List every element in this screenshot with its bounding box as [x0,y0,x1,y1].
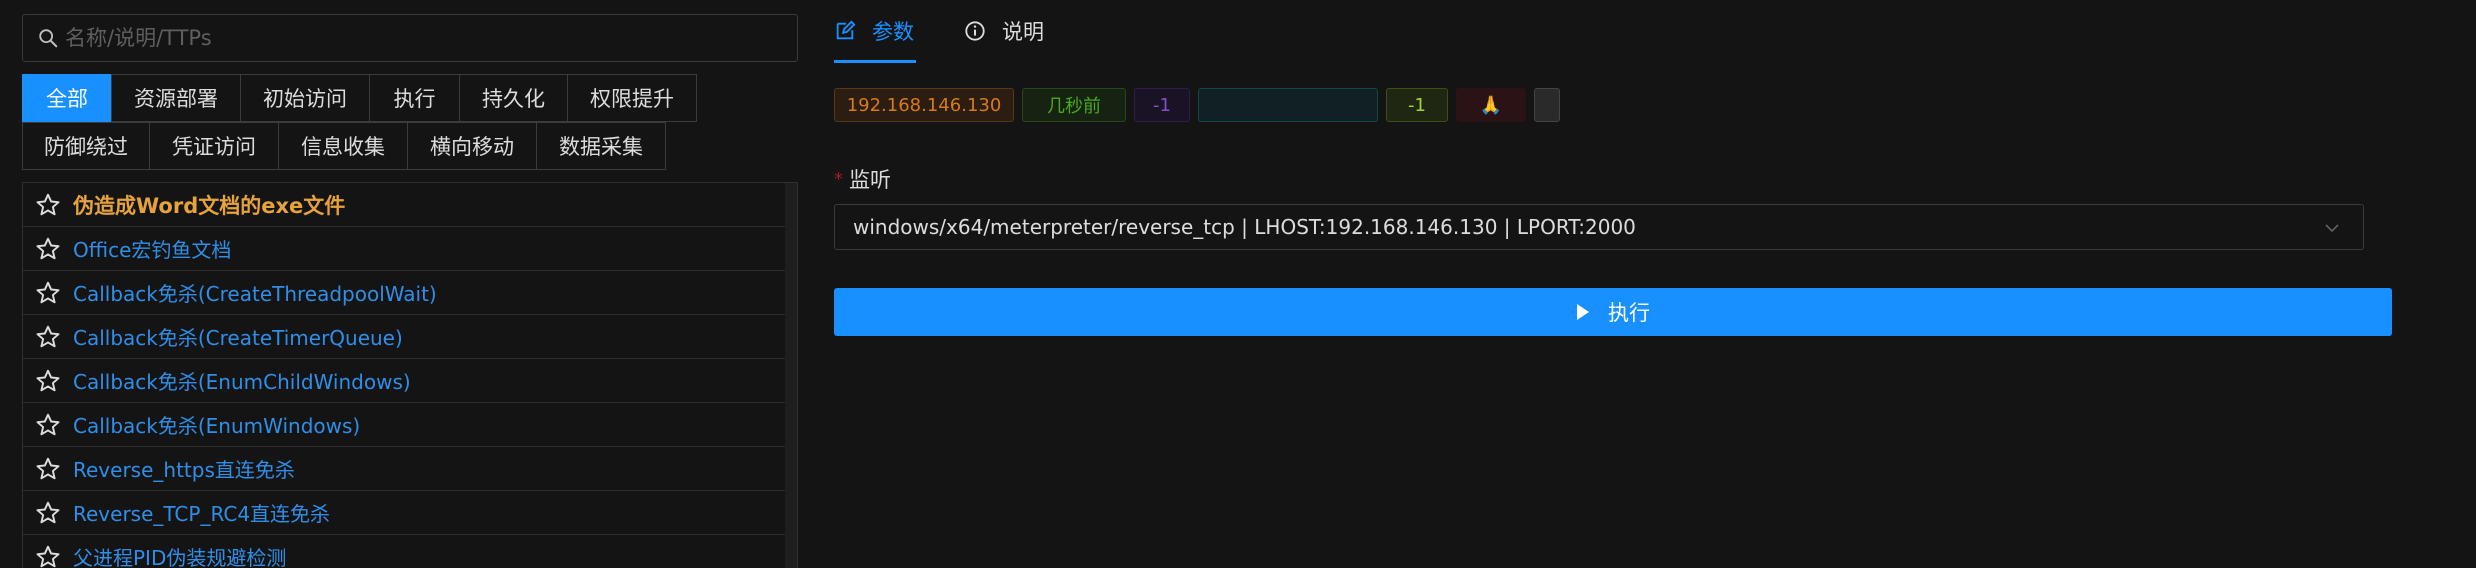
session-tags: 192.168.146.130 几秒前 -1 -1 🙏 [834,88,1568,122]
list-item[interactable]: Callback免杀(CreateThreadpoolWait) [23,271,785,315]
listener-select[interactable]: windows/x64/meterpreter/reverse_tcp | LH… [834,204,2364,250]
tab-params-label: 参数 [872,20,914,44]
list-item-label[interactable]: Office宏钓鱼文档 [73,234,231,263]
caret-right-icon [1577,304,1589,320]
tag-empty [1198,88,1378,122]
tag-last-seen: 几秒前 [1022,88,1126,122]
tab-collection[interactable]: 数据采集 [536,122,666,170]
listen-label: 监听 [849,168,891,192]
search-box[interactable] [22,14,798,62]
edit-icon [836,20,856,40]
tab-privilege-escalation[interactable]: 权限提升 [567,74,697,122]
category-tab-row-1: 全部 资源部署 初始访问 执行 持久化 权限提升 [22,74,798,122]
tab-execution[interactable]: 执行 [369,74,460,122]
active-tab-ink [834,60,916,63]
list-item-label[interactable]: Callback免杀(CreateThreadpoolWait) [73,278,437,307]
module-panel: 全部 资源部署 初始访问 执行 持久化 权限提升 防御绕过 凭证访问 信息收集 … [22,14,798,568]
listener-select-value: windows/x64/meterpreter/reverse_tcp | LH… [853,215,1636,239]
tag-arch: -1 [1386,88,1448,122]
list-item[interactable]: Callback免杀(EnumChildWindows) [23,359,785,403]
chevron-down-icon [2325,224,2339,233]
list-item-label[interactable]: Callback免杀(EnumChildWindows) [73,366,411,395]
listen-field-label: * 监听 [834,164,891,194]
star-icon[interactable] [35,456,61,482]
module-list: 伪造成Word文档的exe文件 Office宏钓鱼文档 Callback免杀(Cre… [22,182,798,568]
detail-panel: 参数 说明 192.168.146.130 几秒前 -1 -1 🙏 * 监听 w… [834,0,2474,568]
star-icon[interactable] [35,544,61,568]
category-tab-row-2: 防御绕过 凭证访问 信息收集 横向移动 数据采集 [22,122,798,170]
list-item[interactable]: Callback免杀(CreateTimerQueue) [23,315,785,359]
execute-button-label: 执行 [1608,301,1650,325]
list-item-label[interactable]: 父进程PID伪装规避检测 [73,542,286,568]
tab-description-label: 说明 [1002,20,1044,44]
search-icon [39,29,58,48]
list-item-label[interactable]: Reverse_https直连免杀 [73,454,295,483]
list-item[interactable]: Reverse_https直连免杀 [23,447,785,491]
tab-initial-access[interactable]: 初始访问 [240,74,370,122]
list-item[interactable]: 伪造成Word文档的exe文件 [23,183,785,227]
list-item[interactable]: 父进程PID伪装规避检测 [23,535,785,568]
tab-discovery[interactable]: 信息收集 [278,122,408,170]
list-item[interactable]: Callback免杀(EnumWindows) [23,403,785,447]
tag-pray-emoji: 🙏 [1456,88,1526,122]
list-item-label[interactable]: Callback免杀(EnumWindows) [73,410,360,439]
detail-tabs: 参数 说明 [834,0,2474,66]
tab-lateral-movement[interactable]: 横向移动 [407,122,537,170]
tab-defense-evasion[interactable]: 防御绕过 [22,122,150,170]
tab-description[interactable]: 说明 [964,16,1044,46]
tab-all[interactable]: 全部 [22,74,112,122]
star-icon[interactable] [35,236,61,262]
tab-resource-deploy[interactable]: 资源部署 [111,74,241,122]
list-item-label[interactable]: 伪造成Word文档的exe文件 [73,190,345,220]
star-icon[interactable] [35,280,61,306]
star-icon[interactable] [35,412,61,438]
tab-credential-access[interactable]: 凭证访问 [149,122,279,170]
app-root: 全部 资源部署 初始访问 执行 持久化 权限提升 防御绕过 凭证访问 信息收集 … [0,0,2476,568]
tab-params[interactable]: 参数 [834,16,914,46]
execute-button[interactable]: 执行 [834,288,2392,336]
tab-persistence[interactable]: 持久化 [459,74,568,122]
tag-pid: -1 [1134,88,1190,122]
star-icon[interactable] [35,500,61,526]
search-input[interactable] [65,26,765,50]
list-item[interactable]: Office宏钓鱼文档 [23,227,785,271]
category-tabs: 全部 资源部署 初始访问 执行 持久化 权限提升 防御绕过 凭证访问 信息收集 … [22,74,798,170]
list-item-label[interactable]: Reverse_TCP_RC4直连免杀 [73,498,330,527]
info-circle-icon [965,21,985,41]
star-icon[interactable] [35,368,61,394]
tag-host-ip: 192.168.146.130 [834,88,1014,122]
list-scrollbar[interactable] [785,183,797,568]
tag-blank [1534,88,1560,122]
star-icon[interactable] [35,324,61,350]
star-icon[interactable] [35,192,61,218]
list-item-label[interactable]: Callback免杀(CreateTimerQueue) [73,322,403,351]
list-item[interactable]: Reverse_TCP_RC4直连免杀 [23,491,785,535]
required-mark: * [834,168,843,190]
